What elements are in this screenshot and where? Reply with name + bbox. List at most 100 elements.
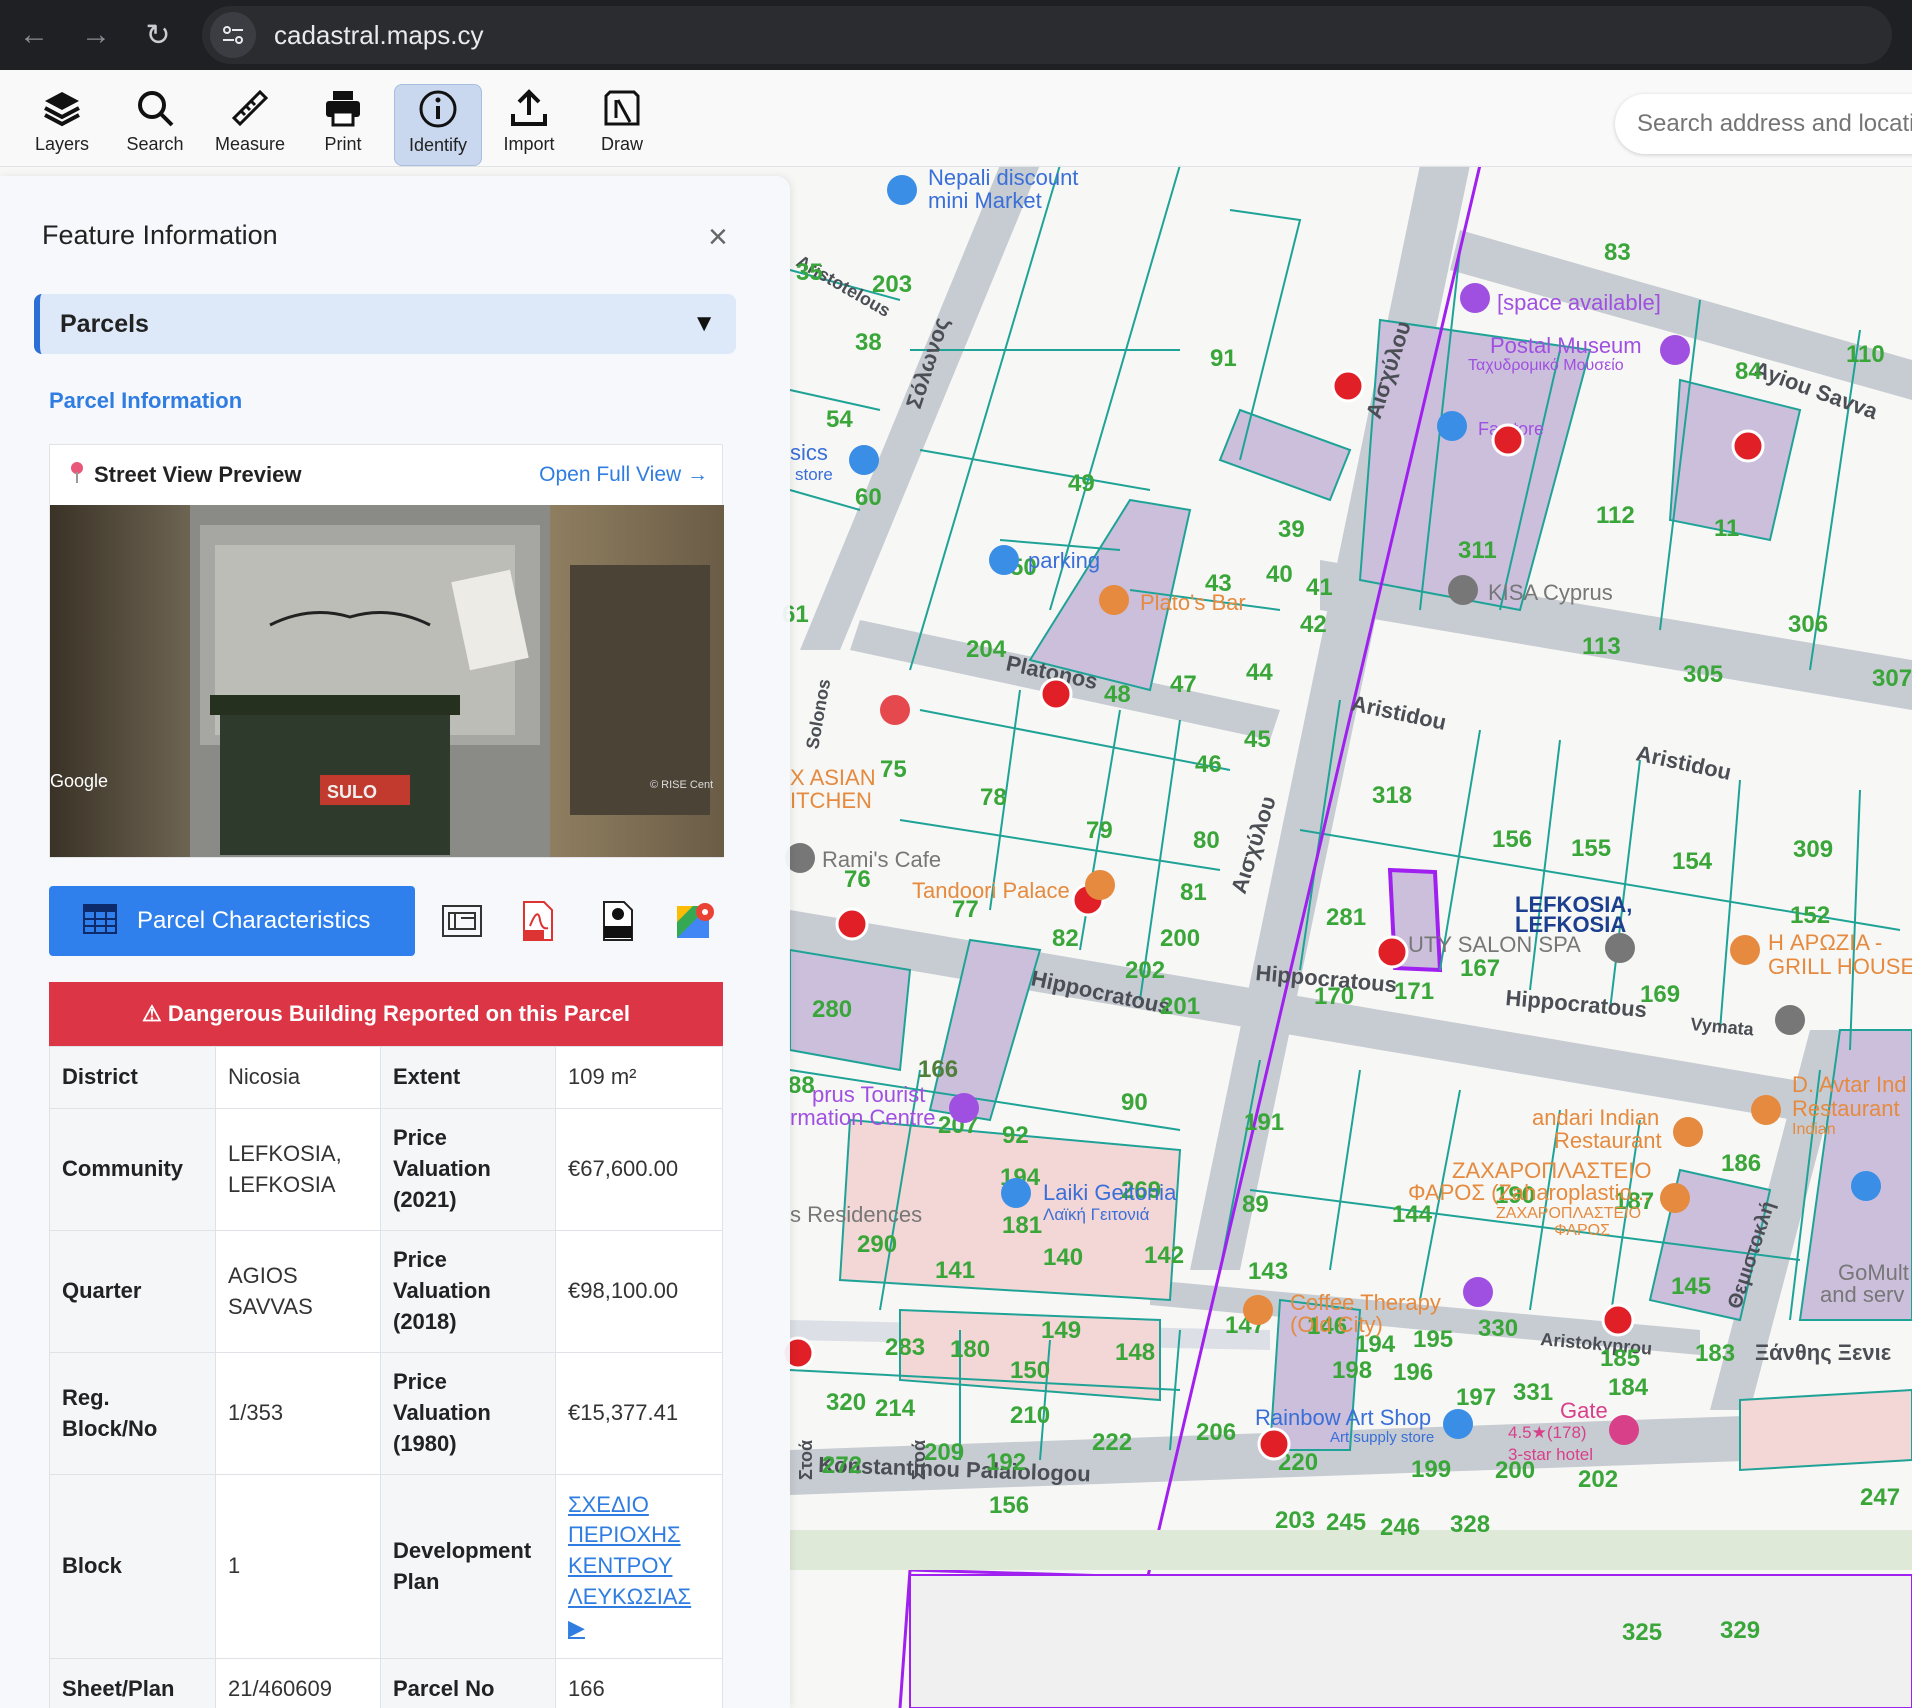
pdf-icon[interactable] — [515, 898, 561, 944]
sheet-plan-value: 21/460609 — [215, 1658, 381, 1708]
price-2021-value: €67,600.00 — [555, 1108, 723, 1231]
tool-draw[interactable]: Draw — [579, 84, 665, 164]
street-label-hippocratous-3: Hippocratous — [1505, 985, 1648, 1022]
parcel-number-label: 202 — [1578, 1466, 1618, 1493]
parcel-number-label: 82 — [1052, 925, 1079, 952]
poi-postal: Postal Museum — [1490, 333, 1642, 358]
street-label-stoa-1: Στοά — [796, 1440, 816, 1480]
parcel-number-label: 247 — [1860, 1484, 1900, 1511]
parcel-number-label: 113 — [1582, 633, 1621, 660]
extent-key: Extent — [380, 1046, 556, 1109]
price-1980-key: Price Valuation (1980) — [380, 1352, 556, 1475]
parcel-number-label: 169 — [1640, 981, 1680, 1008]
parcel-number-label: 204 — [966, 636, 1007, 663]
parcel-number-label: 155 — [1571, 835, 1611, 862]
parcel-number-label: 325 — [1622, 1619, 1662, 1646]
price-2018-value: €98,100.00 — [555, 1230, 723, 1353]
dangerous-building-marker[interactable] — [1731, 429, 1765, 463]
poi-gomu-2: and serv — [1820, 1282, 1904, 1307]
poi-plato: Plato's Bar — [1140, 590, 1246, 615]
tool-import[interactable]: Import — [486, 84, 572, 164]
forward-icon[interactable]: → — [68, 7, 124, 63]
tool-measure[interactable]: Measure — [207, 84, 293, 164]
tool-search[interactable]: Search — [112, 84, 198, 164]
dangerous-building-marker[interactable] — [1039, 677, 1073, 711]
parcel-number-label: 60 — [855, 484, 882, 511]
dangerous-building-marker[interactable] — [1601, 1303, 1635, 1337]
poi-kitchen: ITCHEN — [790, 788, 872, 813]
table-row: District Nicosia Extent 109 m² — [49, 1046, 723, 1109]
kml-icon[interactable] — [595, 898, 641, 944]
street-label-solonos: Solonos — [802, 677, 834, 750]
parcel-number-label: 203 — [1275, 1507, 1315, 1534]
parcel-number-label: 88 — [788, 1072, 815, 1099]
street-view-image[interactable]: SULO Google © RISE Cent — [50, 505, 724, 857]
parcel-number-label: 198 — [1332, 1357, 1372, 1384]
tool-identify[interactable]: Identify — [394, 84, 482, 166]
poi-gate: Gate — [1560, 1398, 1608, 1423]
tool-layers[interactable]: Layers — [19, 84, 105, 164]
parcel-number-label: 156 — [1492, 826, 1532, 853]
pin-icon — [70, 461, 84, 489]
parcel-number-label: 144 — [1392, 1201, 1433, 1228]
parcel-number-label: 180 — [950, 1336, 990, 1363]
back-icon[interactable]: ← — [6, 7, 62, 63]
parcel-number-label: 89 — [1242, 1191, 1269, 1218]
dangerous-building-marker[interactable] — [1257, 1427, 1291, 1461]
sheet-plan-key: Sheet/Plan — [49, 1658, 216, 1708]
close-icon[interactable]: × — [708, 220, 728, 254]
poi-postal-gr: Ταχυδρομικό Μουσείο — [1468, 357, 1624, 374]
development-plan-link[interactable]: ΣΧΕΔΙΟ ΠΕΡΙΟΧΗΣ ΚΕΝΤΡΟΥ ΛΕΥΚΩΣΙΑΣ ▶ — [568, 1492, 691, 1640]
parcel-number-label: 91 — [1210, 345, 1237, 372]
parcel-characteristics-button[interactable]: Parcel Characteristics — [49, 886, 415, 956]
dangerous-building-marker[interactable] — [835, 907, 869, 941]
parcel-number-label: 152 — [1790, 902, 1830, 929]
search-icon — [135, 84, 175, 132]
parcel-number-label: 222 — [1092, 1429, 1132, 1456]
open-full-view-link[interactable]: Open Full View → — [539, 463, 708, 487]
parcel-number-label: 42 — [1300, 611, 1327, 638]
plan-icon[interactable] — [439, 898, 485, 944]
parcel-number-label: 183 — [1695, 1340, 1735, 1367]
parcel-number-label: 38 — [855, 329, 882, 356]
dangerous-building-marker[interactable] — [1375, 935, 1409, 969]
parcel-number-label: 307 — [1872, 665, 1912, 692]
google-maps-icon[interactable] — [673, 898, 719, 944]
dangerous-building-marker[interactable] — [1331, 369, 1365, 403]
parcel-number-label: 214 — [875, 1395, 916, 1422]
poi-sics-store: store — [795, 465, 833, 484]
poi-supply: Art supply store — [1330, 1429, 1434, 1446]
reg-block-value: 1/353 — [215, 1352, 381, 1475]
poi-rating: 4.5★(178) — [1508, 1423, 1587, 1442]
address-bar[interactable]: cadastral.maps.cy — [202, 6, 1892, 64]
site-settings-icon[interactable] — [210, 12, 256, 58]
parcel-number-label: 195 — [1413, 1326, 1453, 1353]
parcel-number-label: 81 — [1180, 879, 1207, 906]
development-plan-key: Development Plan — [380, 1474, 556, 1659]
parcel-number-label: 209 — [924, 1439, 964, 1466]
community-key: Community — [49, 1108, 216, 1231]
parcel-number-label: 331 — [1513, 1379, 1553, 1406]
table-row: Community LEFKOSIA, LEFKOSIA Price Valua… — [49, 1108, 723, 1231]
parcel-number-label: 206 — [1196, 1419, 1236, 1446]
parcel-number-label: 44 — [1246, 659, 1273, 686]
poi-nepali-1: Nepali discount — [928, 165, 1078, 190]
parcel-number-label: 306 — [1788, 611, 1828, 638]
google-watermark: Google — [50, 771, 108, 791]
poi-avtar-rest: Restaurant — [1792, 1096, 1900, 1121]
parcel-number-label: 110 — [1846, 341, 1885, 368]
tool-print[interactable]: Print — [300, 84, 386, 164]
dangerous-building-marker[interactable] — [1491, 423, 1525, 457]
parcel-number-label: 318 — [1372, 782, 1412, 809]
reload-icon[interactable]: ↻ — [130, 7, 186, 63]
parcel-no-value: 166 — [555, 1658, 723, 1708]
parcel-number-label: 199 — [1411, 1456, 1451, 1483]
address-search-input[interactable] — [1635, 109, 1912, 139]
poi-sics: sics — [790, 440, 828, 465]
layer-select[interactable]: Parcels ▼ — [34, 294, 736, 354]
poi-mandari-rest: Restaurant — [1554, 1128, 1662, 1153]
poi-rami: Rami's Cafe — [822, 847, 941, 872]
ruler-icon — [229, 84, 271, 132]
district-key: District — [49, 1046, 216, 1109]
parcel-number-label: 40 — [1266, 561, 1293, 588]
